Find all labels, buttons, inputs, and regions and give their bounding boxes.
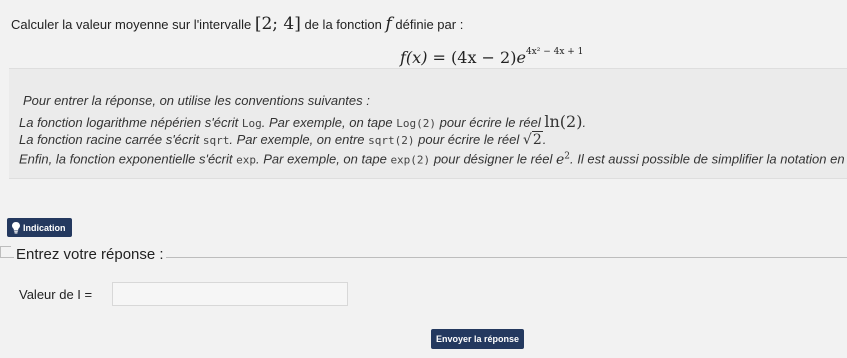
conventions-intro: Pour entrer la réponse, on utilise les c… xyxy=(23,93,370,108)
code-log: Log xyxy=(241,117,262,130)
code-sqrt: sqrt xyxy=(202,134,230,147)
function-name: f xyxy=(385,14,392,34)
answer-label: Valeur de I = xyxy=(19,287,93,302)
formula-exponent: 4x² − 4x + 1 xyxy=(525,47,584,57)
code-exp-example: exp(2) xyxy=(390,153,431,167)
convention-exp-text4: . Il est aussi possible de simplifier la… xyxy=(570,151,847,167)
convention-log-end: . xyxy=(582,115,587,130)
formula-base: e xyxy=(516,48,526,67)
submit-button[interactable]: Envoyer la réponse xyxy=(431,329,524,349)
math-e2: e2 xyxy=(556,151,570,168)
question-intro: Calculer la valeur moyenne sur l'interva… xyxy=(11,17,252,32)
question-middle: de la fonction xyxy=(304,17,382,32)
code-exp: exp xyxy=(236,153,256,167)
question-after: définie par : xyxy=(395,17,464,32)
answer-input[interactable] xyxy=(112,282,348,306)
convention-exp-text3: pour désigner le réel xyxy=(433,151,553,167)
math-radicand: 2 xyxy=(531,131,543,148)
math-sqrt2: √2 xyxy=(523,131,543,148)
convention-log-text3: pour écrire le réel xyxy=(439,115,541,130)
interval: [2; 4] xyxy=(254,14,301,34)
convention-log-text: La fonction logarithme népérien s'écrit xyxy=(19,115,239,130)
code-sqrt-example: sqrt(2) xyxy=(368,134,415,147)
convention-exp-text2: . Par exemple, on tape xyxy=(256,151,387,167)
formula-lhs: f(x) xyxy=(400,48,428,67)
convention-sqrt: La fonction racine carrée s'écrit sqrt. … xyxy=(19,131,547,148)
hint-button[interactable]: Indication xyxy=(7,218,72,237)
code-log-example: Log(2) xyxy=(396,117,436,130)
math-ln2: ln(2) xyxy=(544,112,583,131)
convention-sqrt-text2: . Par exemple, on entre xyxy=(229,132,365,147)
convention-log: La fonction logarithme népérien s'écrit … xyxy=(19,112,586,131)
formula-rhs: = (4x − 2) xyxy=(427,48,517,67)
hint-label: Indication xyxy=(23,222,66,233)
math-root-sign: √ xyxy=(522,132,532,148)
function-formula: f(x) = (4x − 2)e4x² − 4x + 1 xyxy=(400,47,583,67)
convention-sqrt-text: La fonction racine carrée s'écrit xyxy=(19,132,200,147)
convention-sqrt-end: . xyxy=(542,132,547,147)
convention-exp: Enfin, la fonction exponentielle s'écrit… xyxy=(19,151,847,168)
question-text: Calculer la valeur moyenne sur l'interva… xyxy=(11,14,463,34)
fieldset-corner xyxy=(0,246,11,257)
answer-legend: Entrez votre réponse : xyxy=(14,246,166,263)
answer-fieldset xyxy=(0,257,847,358)
convention-log-text2: . Par exemple, on tape xyxy=(261,115,393,130)
convention-sqrt-text3: pour écrire le réel xyxy=(418,132,520,147)
lightbulb-icon xyxy=(12,222,20,234)
input-conventions-box: Pour entrer la réponse, on utilise les c… xyxy=(9,68,847,179)
convention-exp-text: Enfin, la fonction exponentielle s'écrit xyxy=(19,151,233,167)
